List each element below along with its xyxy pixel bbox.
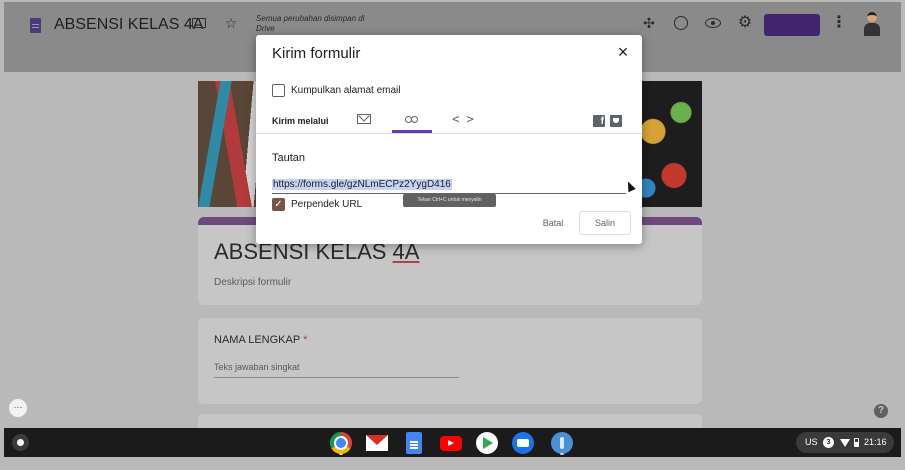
- form-description[interactable]: Deskripsi formulir: [214, 277, 291, 288]
- locale-label: US: [805, 437, 818, 447]
- question-text: NAMA LENGKAP: [214, 334, 300, 346]
- collect-email-checkbox[interactable]: [272, 84, 285, 97]
- preview-eye-icon[interactable]: [704, 14, 722, 32]
- docs-app-icon[interactable]: [406, 432, 422, 454]
- status-tray[interactable]: US 3 21:16: [796, 432, 894, 453]
- shorten-url-checkbox[interactable]: ✓: [272, 198, 285, 211]
- copy-tooltip: Tekan Ctrl+C untuk menyalin: [403, 194, 496, 207]
- collect-email-label[interactable]: Kumpulkan alamat email: [291, 85, 401, 96]
- tab-link[interactable]: [392, 109, 432, 133]
- question-card[interactable]: NAMA LENGKAP * Teks jawaban singkat: [198, 318, 702, 404]
- star-icon[interactable]: ☆: [222, 14, 240, 32]
- dialog-title: Kirim formulir: [272, 45, 361, 62]
- notification-badge: 3: [823, 437, 834, 448]
- forms-doc-icon[interactable]: [30, 18, 41, 33]
- document-title[interactable]: ABSENSI KELAS 4A: [54, 16, 203, 34]
- envelope-icon: [357, 114, 371, 124]
- youtube-app-icon[interactable]: [440, 436, 462, 451]
- running-indicator: [339, 453, 343, 455]
- launcher-button[interactable]: [12, 434, 29, 451]
- messages-app-icon[interactable]: [512, 432, 534, 454]
- gmail-app-icon[interactable]: [366, 435, 388, 451]
- link-icon: [405, 116, 419, 123]
- send-form-dialog: Kirim formulir × Kumpulkan alamat email …: [256, 35, 642, 244]
- facebook-icon[interactable]: f: [593, 115, 605, 127]
- help-icon[interactable]: ?: [874, 404, 888, 418]
- wifi-icon: [840, 439, 850, 447]
- cancel-button[interactable]: Batal: [533, 211, 573, 235]
- running-indicator: [560, 453, 564, 455]
- chrome-app-icon[interactable]: [330, 432, 352, 454]
- addon-icon[interactable]: ✣: [640, 14, 658, 32]
- link-section-label: Tautan: [272, 152, 306, 164]
- form-url-text: https://forms.gle/gzNLmECPz2YygD416: [272, 179, 452, 190]
- bokeh-image: [632, 81, 702, 207]
- next-question-card[interactable]: [198, 414, 702, 428]
- battery-icon: [854, 438, 859, 447]
- play-store-app-icon[interactable]: [476, 432, 498, 454]
- screen: ABSENSI KELAS 4A ☆ Semua perubahan disim…: [0, 0, 905, 470]
- tab-email[interactable]: [344, 109, 384, 131]
- short-answer-field: Teks jawaban singkat: [214, 362, 459, 378]
- send-via-label: Kirim melalui: [272, 116, 329, 126]
- twitter-icon[interactable]: [610, 115, 622, 127]
- settings-gear-icon[interactable]: ⚙: [736, 14, 754, 32]
- tab-embed[interactable]: < >: [443, 109, 483, 131]
- copy-button[interactable]: Salin: [579, 211, 631, 235]
- required-mark: *: [303, 334, 308, 346]
- form-url-field[interactable]: https://forms.gle/gzNLmECPz2YygD416: [272, 178, 626, 194]
- send-button[interactable]: [764, 14, 820, 36]
- os-shelf: US 3 21:16: [4, 428, 901, 457]
- pinned-app-icon[interactable]: [551, 432, 573, 454]
- clock: 21:16: [864, 437, 887, 447]
- folder-icon[interactable]: [190, 14, 208, 32]
- question-label: NAMA LENGKAP *: [214, 334, 307, 346]
- palette-icon[interactable]: [672, 14, 690, 32]
- close-icon[interactable]: ×: [614, 43, 632, 61]
- save-status: Semua perubahan disimpan di Drive: [256, 14, 365, 33]
- avatar[interactable]: [864, 12, 880, 36]
- chat-bubble-icon[interactable]: ···: [9, 399, 27, 417]
- more-vertical-icon[interactable]: ⋮: [830, 14, 848, 32]
- tab-divider: [256, 133, 642, 134]
- shorten-url-label[interactable]: Perpendek URL: [291, 199, 362, 210]
